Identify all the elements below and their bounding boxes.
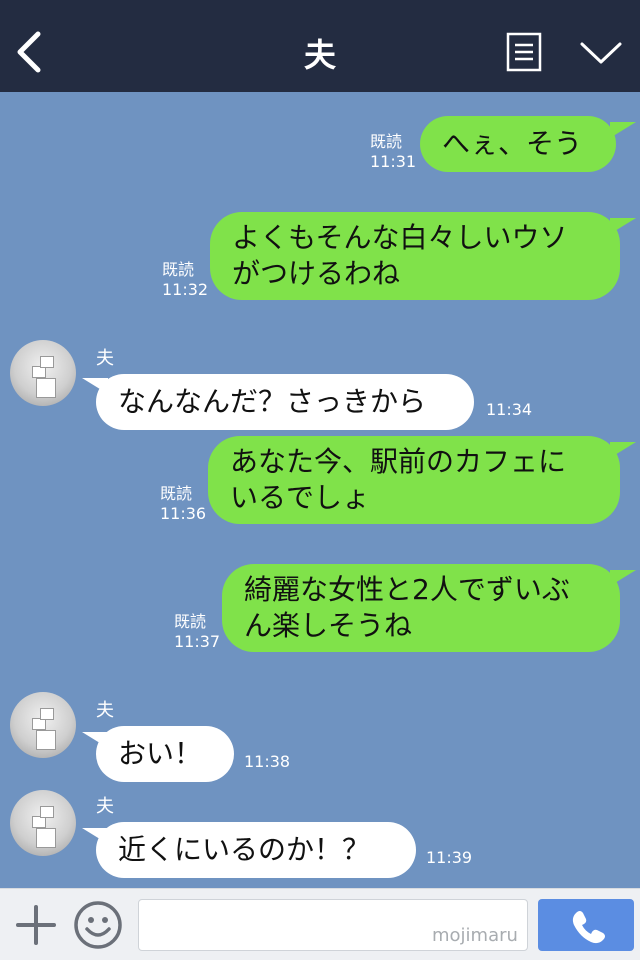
- message-time: 11:37: [174, 632, 221, 651]
- phone-icon: [572, 911, 605, 944]
- message-text: 近くにいるのか！？: [118, 833, 371, 866]
- read-receipt: 既読 11:37: [174, 612, 220, 652]
- avatar[interactable]: [10, 340, 76, 406]
- sender-name: 夫: [96, 700, 114, 721]
- read-receipt: 既読 11:31: [370, 132, 416, 172]
- document-icon[interactable]: [506, 32, 542, 72]
- read-label: 既読: [370, 132, 403, 151]
- message-time: 11:34: [486, 400, 533, 419]
- my-message-bubble[interactable]: よくもそんな白々しいウソ がつけるわね: [210, 212, 620, 300]
- chat-title: 夫: [303, 36, 336, 74]
- message-text: へぇ、そう: [442, 127, 583, 160]
- message-time: 11:39: [426, 848, 473, 867]
- message-time: 11:38: [244, 752, 291, 771]
- read-label: 既読: [174, 612, 207, 631]
- sender-name: 夫: [96, 348, 114, 369]
- chevron-down-icon[interactable]: [578, 38, 624, 68]
- read-label: 既読: [162, 260, 195, 279]
- avatar[interactable]: [10, 692, 76, 758]
- call-button[interactable]: [538, 899, 634, 951]
- plus-icon[interactable]: [14, 903, 58, 947]
- sender-name: 夫: [96, 796, 114, 817]
- read-receipt: 既読 11:32: [162, 260, 208, 300]
- message-text: おい！: [118, 737, 203, 770]
- message-text: ん楽しそうね: [244, 609, 413, 642]
- their-message-bubble[interactable]: 近くにいるのか！？: [96, 822, 416, 878]
- their-message-bubble[interactable]: おい！: [96, 726, 234, 782]
- my-message-bubble[interactable]: 綺麗な女性と2人でずいぶ ん楽しそうね: [222, 564, 620, 652]
- message-time: 11:36: [160, 504, 207, 523]
- read-label: 既読: [160, 484, 193, 503]
- message-text: あなた今、駅前のカフェに: [230, 445, 567, 478]
- message-time: 11:31: [370, 152, 417, 171]
- message-text: なんなんだ？さっきから: [118, 385, 427, 418]
- smiley-icon[interactable]: [72, 899, 124, 951]
- my-message-bubble[interactable]: へぇ、そう: [420, 116, 616, 172]
- my-message-bubble[interactable]: あなた今、駅前のカフェに いるでしょ: [208, 436, 620, 524]
- read-receipt: 既読 11:36: [160, 484, 206, 524]
- message-time: 11:32: [162, 280, 209, 299]
- chat-header: 夫: [0, 0, 640, 92]
- message-text: がつけるわね: [232, 257, 401, 290]
- composer-bar: mojimaru: [0, 888, 640, 960]
- watermark-text: mojimaru: [432, 925, 518, 946]
- message-text: よくもそんな白々しいウソ: [232, 221, 568, 254]
- their-message-bubble[interactable]: なんなんだ？さっきから: [96, 374, 474, 430]
- avatar[interactable]: [10, 790, 76, 856]
- message-text: いるでしょ: [230, 481, 371, 514]
- message-text: 綺麗な女性と2人でずいぶ: [244, 573, 570, 606]
- message-list[interactable]: 既読 11:31 へぇ、そう 既読 11:32 よくもそんな白々しいウソ がつけ…: [0, 92, 640, 888]
